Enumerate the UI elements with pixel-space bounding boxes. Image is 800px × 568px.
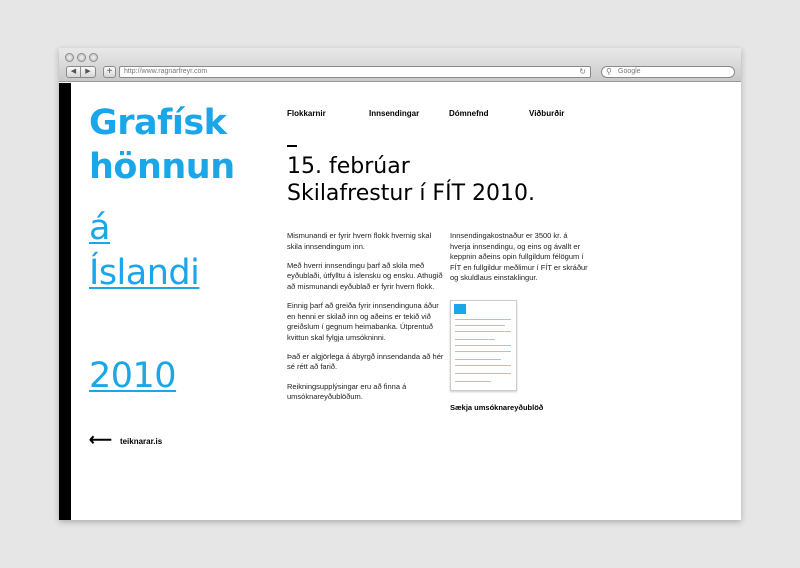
back-arrow-icon[interactable]: ◀ (66, 66, 81, 78)
browser-toolbar: ◀ ▶ + http://www.ragnarfreyr.com ↻ ⚲ Goo… (59, 48, 741, 82)
form-line (455, 373, 511, 374)
left-black-bar (59, 83, 71, 520)
site-title-line1: Grafísk (89, 103, 227, 143)
add-bookmark-icon[interactable]: + (103, 66, 116, 78)
body-column-right: Innsendingakostnaður er 3500 kr. á hverj… (450, 231, 590, 284)
page-heading: 15. febrúar Skilafrestur í FÍT 2010. (287, 153, 535, 207)
page-content: Grafísk hönnun á Íslandi 2010 ⟵ teiknara… (59, 83, 741, 520)
paragraph: Mismunandi er fyrir hvern flokk hvernig … (287, 231, 432, 251)
form-line (455, 381, 491, 382)
nav-item-domnefnd[interactable]: Dómnefnd (449, 109, 489, 118)
address-bar[interactable]: http://www.ragnarfreyr.com ↻ (119, 66, 591, 78)
window-controls (65, 53, 98, 62)
arrow-left-icon: ⟵ (89, 432, 112, 449)
site-title-link-line3[interactable]: á (89, 208, 110, 248)
form-line (455, 351, 511, 352)
nav-item-vidburdir[interactable]: Viðburðir (529, 109, 564, 118)
close-window-button[interactable] (65, 53, 74, 62)
search-input[interactable]: ⚲ Google (601, 66, 735, 78)
paragraph: Það er algjörlega á ábyrgð innsendanda a… (287, 351, 444, 372)
paragraph: Með hverri innsendingu þarf að skila með… (287, 260, 443, 291)
reload-icon[interactable]: ↻ (579, 67, 586, 77)
search-placeholder: Google (618, 68, 641, 75)
application-form-thumbnail[interactable] (450, 300, 517, 391)
body-column-left: Mismunandi er fyrir hvern flokk hvernig … (287, 231, 447, 411)
form-line (455, 331, 511, 332)
nav-item-flokkarnir[interactable]: Flokkarnir (287, 109, 326, 118)
nav-item-innsendingar[interactable]: Innsendingar (369, 109, 419, 118)
history-nav: ◀ ▶ (66, 66, 96, 78)
year-link[interactable]: 2010 (89, 356, 177, 396)
url-text: http://www.ragnarfreyr.com (124, 68, 208, 75)
heading-title: Skilafrestur í FÍT 2010. (287, 181, 535, 206)
form-line (455, 319, 511, 320)
forward-arrow-icon[interactable]: ▶ (81, 66, 96, 78)
site-title-link-line4[interactable]: Íslandi (89, 253, 200, 293)
back-link[interactable]: ⟵ teiknarar.is (89, 432, 163, 449)
zoom-window-button[interactable] (89, 53, 98, 62)
paragraph: Einnig þarf að greiða fyrir innsendingun… (287, 300, 439, 342)
paragraph: Innsendingakostnaður er 3500 kr. á hverj… (450, 231, 588, 283)
form-header-logo-icon (454, 304, 466, 314)
back-link-label: teiknarar.is (119, 436, 163, 446)
form-line (455, 359, 501, 360)
minimize-window-button[interactable] (77, 53, 86, 62)
site-title-line2: hönnun (89, 147, 235, 187)
download-form-link[interactable]: Sækja umsóknareyðublöð (450, 403, 543, 412)
heading-dash (287, 145, 297, 147)
paragraph: Reikningsupplýsingar eru að finna á umsó… (287, 381, 407, 402)
form-line (455, 365, 511, 366)
form-line (455, 325, 505, 326)
form-line (455, 339, 495, 340)
search-icon: ⚲ (606, 67, 612, 76)
form-line (455, 345, 511, 346)
browser-window: ◀ ▶ + http://www.ragnarfreyr.com ↻ ⚲ Goo… (59, 48, 741, 520)
main-nav: Flokkarnir Innsendingar Dómnefnd Viðburð… (287, 109, 597, 121)
heading-date: 15. febrúar (287, 154, 410, 179)
